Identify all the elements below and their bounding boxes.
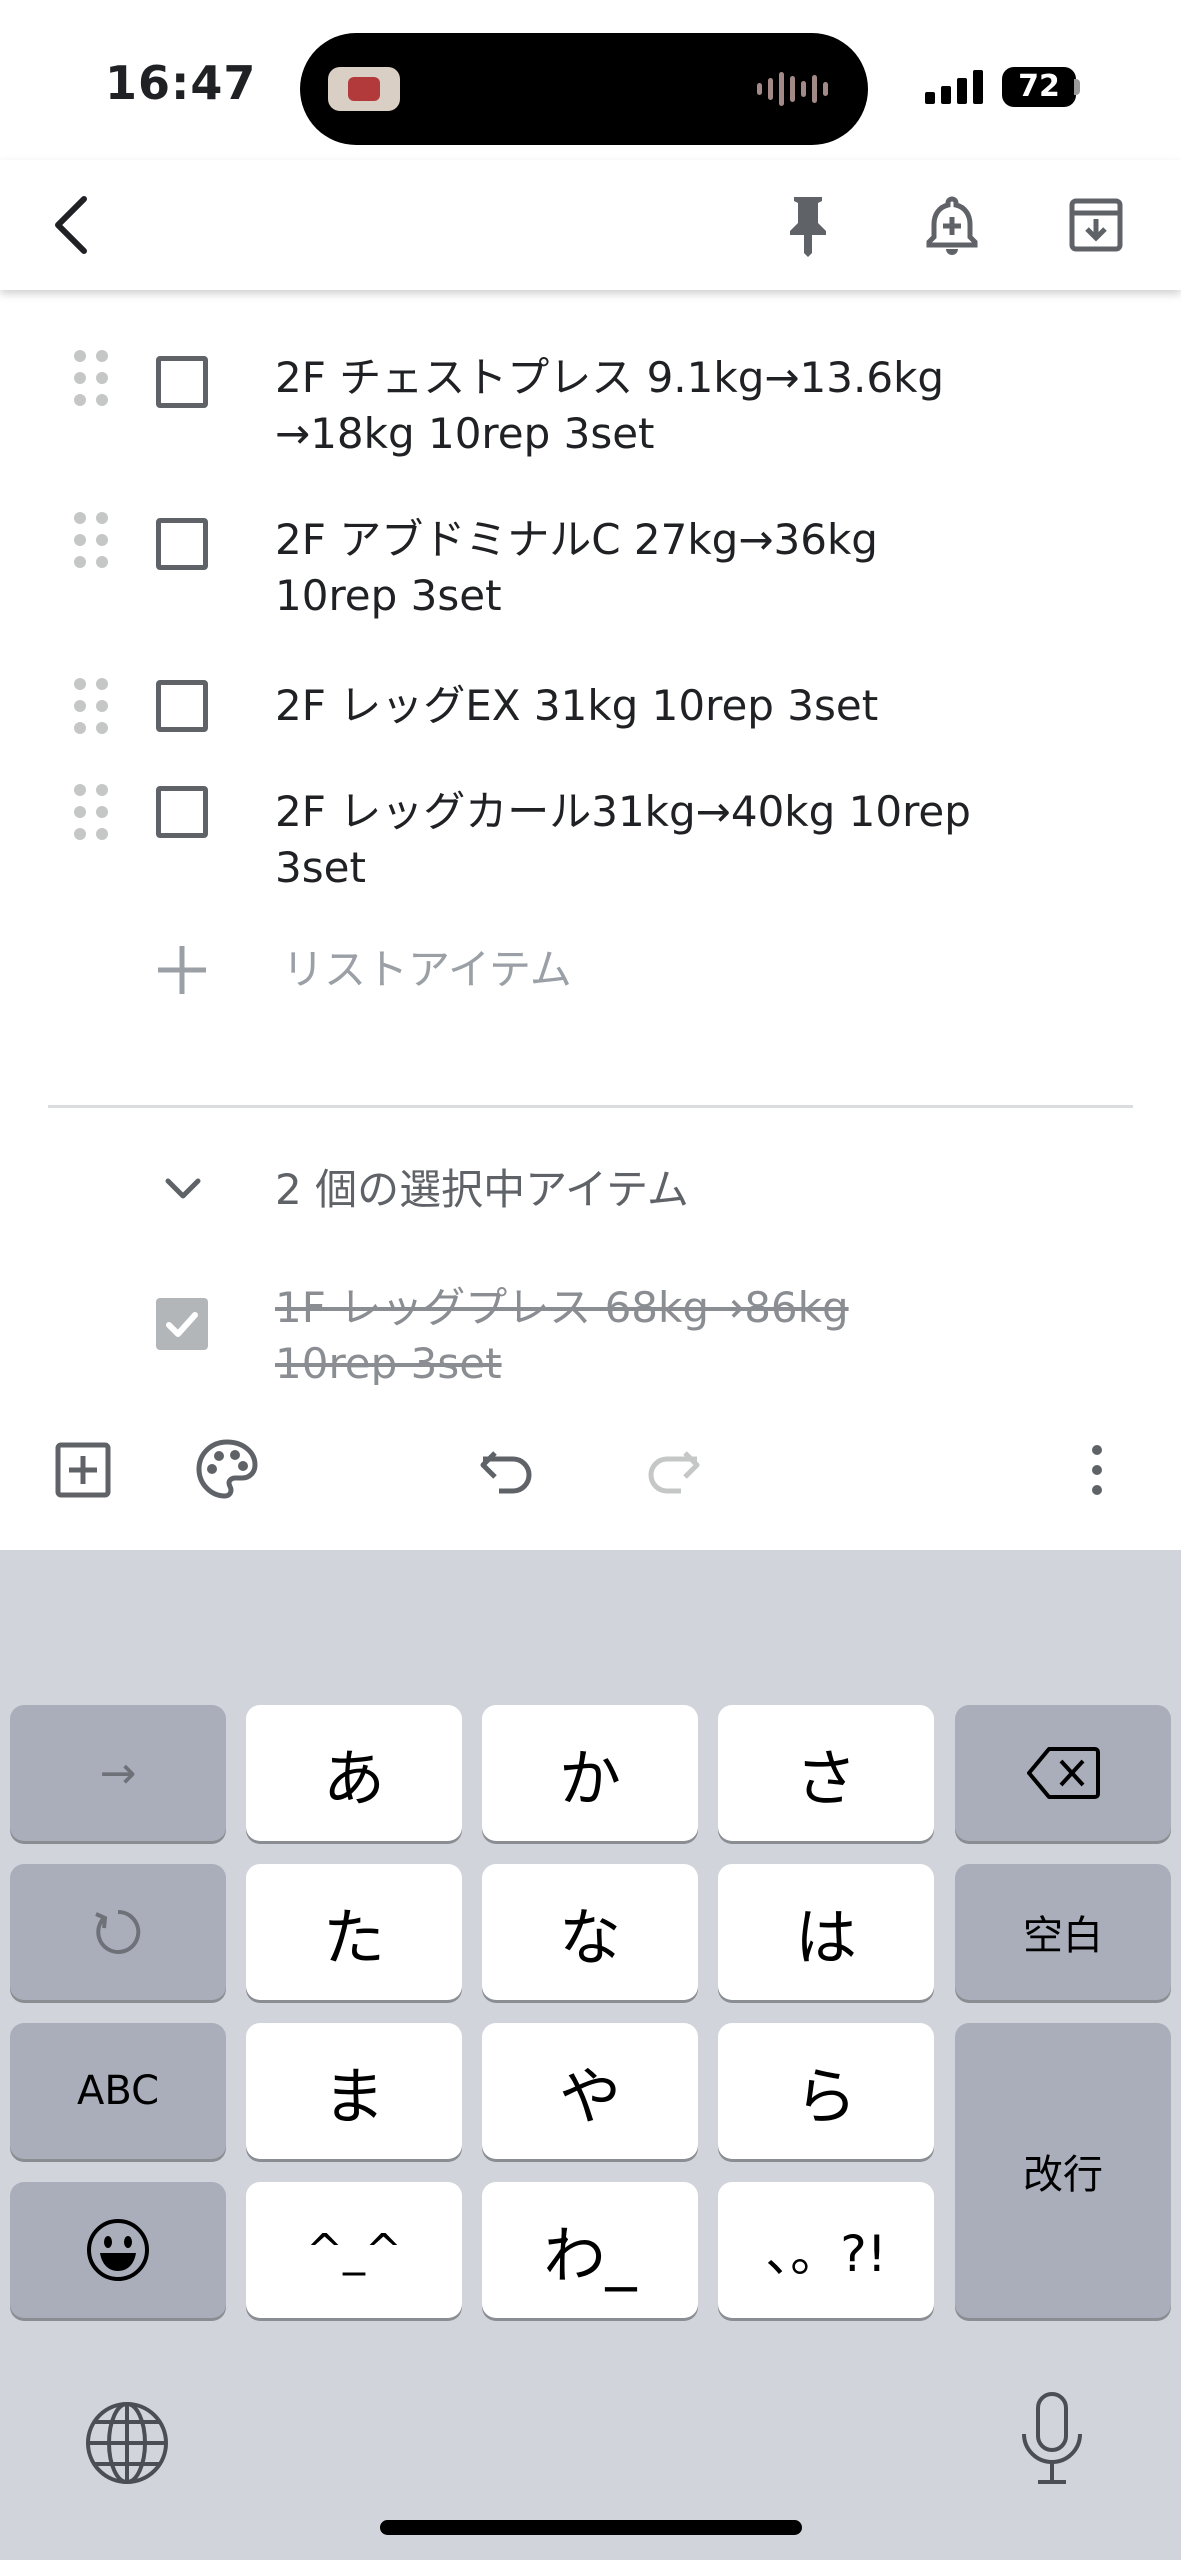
key-ka[interactable]: か (482, 1705, 698, 1841)
enter-key[interactable]: 改行 (955, 2023, 1171, 2318)
note-content: 2F チェストプレス 9.1kg→13.6kg →18kg 10rep 3set… (0, 290, 1181, 1385)
status-time: 16:47 (105, 56, 257, 110)
item-text-line: 2F レッグカール31kg→40kg 10rep (275, 787, 971, 836)
item-text[interactable]: 2F レッグカール31kg→40kg 10rep 3set (275, 784, 1055, 896)
pin-icon (790, 197, 826, 257)
item-text-line: →18kg 10rep 3set (275, 409, 655, 458)
redo-icon (648, 1451, 700, 1494)
add-list-item-placeholder: リストアイテム (282, 945, 572, 994)
item-checkbox[interactable] (156, 356, 208, 408)
status-bar: 16:47 72 (0, 0, 1181, 160)
check-icon (166, 1312, 198, 1337)
list-item[interactable]: 2F レッグカール31kg→40kg 10rep 3set (0, 784, 1181, 904)
add-reminder-icon (926, 196, 978, 255)
undo-button[interactable] (472, 1435, 542, 1505)
space-key[interactable]: 空白 (955, 1864, 1171, 2000)
key-wa[interactable]: わ_ (482, 2182, 698, 2318)
list-item[interactable]: 2F チェストプレス 9.1kg→13.6kg →18kg 10rep 3set (0, 350, 1181, 470)
pin-button[interactable] (768, 180, 848, 270)
microphone-icon (1022, 2392, 1082, 2484)
key-ra[interactable]: ら (718, 2023, 934, 2159)
cellular-signal-icon (925, 68, 983, 104)
item-checkbox-checked[interactable] (156, 1298, 208, 1350)
space-key-label: 空白 (1023, 1913, 1103, 1959)
key-arrow-next[interactable]: → (10, 1705, 226, 1841)
checked-items-toggle[interactable]: 2 個の選択中アイテム (0, 1150, 1181, 1230)
more-options-button[interactable] (1062, 1435, 1132, 1505)
divider (48, 1105, 1133, 1108)
enter-key-label: 改行 (1023, 2151, 1103, 2198)
dynamic-island (300, 33, 868, 145)
emoji-icon (87, 2219, 149, 2281)
note-top-bar (0, 160, 1181, 290)
backspace-icon (1027, 1747, 1100, 1799)
item-text-line: 2F チェストプレス 9.1kg→13.6kg (275, 353, 945, 402)
home-indicator[interactable] (380, 2520, 802, 2535)
key-ma[interactable]: ま (246, 2023, 462, 2159)
key-na[interactable]: な (482, 1864, 698, 2000)
item-text-line: 3set (275, 843, 366, 892)
item-text-line: 2F レッグEX 31kg 10rep 3set (275, 681, 879, 730)
audio-waveform-icon (757, 71, 828, 107)
redo-button[interactable] (638, 1435, 708, 1505)
add-reminder-button[interactable] (912, 180, 992, 270)
item-text[interactable]: 2F チェストプレス 9.1kg→13.6kg →18kg 10rep 3set (275, 350, 1055, 462)
item-text-line: 10rep 3set (275, 1339, 502, 1385)
backspace-key[interactable] (955, 1705, 1171, 1841)
plus-icon (158, 946, 206, 994)
chevron-down-icon (165, 1178, 201, 1199)
item-checkbox[interactable] (156, 518, 208, 570)
battery-indicator: 72 (1002, 67, 1076, 107)
more-vert-icon (1092, 1445, 1102, 1495)
drag-handle-icon[interactable] (74, 350, 110, 410)
key-ha[interactable]: は (718, 1864, 934, 2000)
item-text-line: 10rep 3set (275, 571, 502, 620)
checked-item-text[interactable]: 1F レッグプレス 68kg→86kg 10rep 3set (275, 1280, 1035, 1385)
item-text[interactable]: 2F アブドミナルC 27kg→36kg 10rep 3set (275, 512, 1055, 624)
item-text-line: 1F レッグプレス 68kg→86kg (275, 1283, 849, 1332)
item-text[interactable]: 2F レッグEX 31kg 10rep 3set (275, 678, 1055, 734)
item-checkbox[interactable] (156, 680, 208, 732)
key-ta[interactable]: た (246, 1864, 462, 2000)
undo-kana-key[interactable] (10, 1864, 226, 2000)
drag-handle-icon[interactable] (74, 784, 110, 844)
archive-icon (1069, 198, 1123, 252)
key-kaomoji[interactable]: ^_^ (246, 2182, 462, 2318)
add-list-item-row[interactable]: リストアイテム (0, 930, 1181, 1010)
add-box-icon (55, 1442, 111, 1498)
undo-kana-icon (95, 1909, 141, 1954)
emoji-key[interactable] (10, 2182, 226, 2318)
checked-items-count: 2 個の選択中アイテム (275, 1165, 689, 1214)
color-palette-button[interactable] (192, 1435, 262, 1505)
archive-button[interactable] (1056, 180, 1136, 270)
battery-cap (1074, 79, 1080, 95)
editor-toolbar (0, 1385, 1181, 1550)
key-sa[interactable]: さ (718, 1705, 934, 1841)
item-text-line: 2F アブドミナルC 27kg→36kg (275, 515, 878, 564)
globe-button[interactable] (82, 2398, 172, 2488)
globe-icon (86, 2402, 168, 2484)
palette-icon (196, 1439, 258, 1499)
key-ya[interactable]: や (482, 2023, 698, 2159)
list-item[interactable]: 2F レッグEX 31kg 10rep 3set (0, 678, 1181, 748)
add-content-button[interactable] (48, 1435, 118, 1505)
key-a[interactable]: あ (246, 1705, 462, 1841)
back-arrow-icon (55, 196, 87, 254)
now-playing-artwork (328, 67, 400, 111)
back-button[interactable] (30, 180, 110, 270)
dictation-button[interactable] (1012, 2390, 1092, 2490)
key-punctuation[interactable]: 、。?! (718, 2182, 934, 2318)
drag-handle-icon[interactable] (74, 512, 110, 572)
checked-list-item[interactable]: 1F レッグプレス 68kg→86kg 10rep 3set (0, 1280, 1181, 1385)
japanese-kana-keyboard: → あ か さ た な は 空白 ABC ま や ら 改行 ^_^ わ_ 、。?… (0, 1550, 1181, 2560)
undo-icon (480, 1451, 532, 1494)
list-item[interactable]: 2F アブドミナルC 27kg→36kg 10rep 3set (0, 512, 1181, 632)
drag-handle-icon[interactable] (74, 678, 110, 738)
item-checkbox[interactable] (156, 786, 208, 838)
abc-key-label: ABC (76, 2068, 160, 2114)
abc-key[interactable]: ABC (10, 2023, 226, 2159)
